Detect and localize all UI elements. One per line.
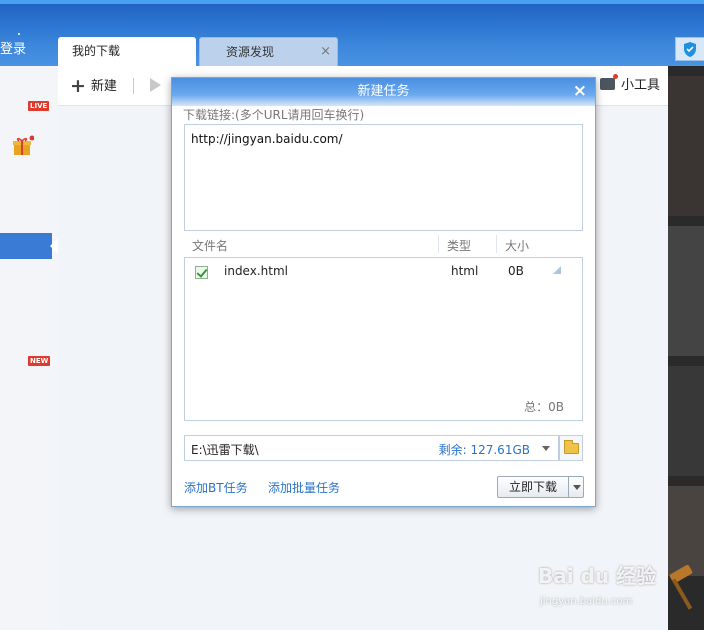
file-size: 0B [508,264,524,278]
sidebar-selected-item[interactable] [0,233,52,259]
tab-my-downloads-label: 我的下载 [72,44,121,58]
toolbox-icon [600,74,618,90]
live-badge: LIVE [28,101,50,111]
tools-button[interactable]: 小工具 [600,74,661,96]
column-divider [496,235,497,253]
chevron-down-icon[interactable] [542,446,550,451]
panel-thumbnail [668,76,704,216]
new-task-label: 新建 [90,79,117,94]
resize-grip-icon [553,266,561,274]
gift-icon[interactable] [12,135,35,155]
watermark-url: jingyan.baidu.com [540,596,633,607]
panel-thumbnail [668,226,704,356]
right-side-panel [668,66,704,630]
tab-close-icon[interactable]: × [320,38,331,66]
file-type: html [451,264,479,278]
download-now-button[interactable]: 立即下载 [497,476,569,498]
dialog-title: 新建任务 [172,78,595,106]
file-name: index.html [224,264,288,278]
save-path-value: E:\迅雷下载\ [191,443,259,457]
new-task-dialog: 新建任务 × 下载链接:(多个URL请用回车换行) http://jingyan… [171,77,596,507]
panel-thumbnail [668,366,704,476]
tab-resource-discovery-label: 资源发现 [226,45,275,59]
column-divider [438,235,439,253]
download-options-dropdown[interactable] [568,476,584,498]
toolbar-divider [133,78,134,94]
add-bt-task-link[interactable]: 添加BT任务 [184,479,248,496]
file-checkbox[interactable] [195,266,208,279]
url-field-label: 下载链接:(多个URL请用回车换行) [183,108,365,122]
header-dot [18,33,20,35]
new-task-button[interactable]: + 新建 [70,76,117,96]
add-batch-task-link[interactable]: 添加批量任务 [268,479,340,496]
column-header-type: 类型 [447,239,472,253]
tools-label: 小工具 [621,78,661,93]
file-list-header: 文件名 类型 大小 [184,235,583,255]
save-path-select[interactable]: E:\迅雷下载\ 剩余: 127.61GB [184,435,559,461]
new-badge: NEW [28,356,51,366]
tab-my-downloads[interactable]: 我的下载 [58,37,196,67]
browse-folder-button[interactable] [559,435,583,461]
tab-resource-discovery[interactable]: 资源发现 × [199,37,338,67]
url-textarea[interactable]: http://jingyan.baidu.com/ [184,124,583,231]
header-stripe [0,0,704,4]
free-space-label: 剩余: 127.61GB [438,443,530,457]
login-link[interactable]: 登录 [0,38,26,57]
shield-icon [684,42,696,57]
plus-icon: + [70,75,86,97]
baidu-jingyan-watermark: Bai du 经验 [538,564,657,588]
file-list: index.html html 0B 总：0B [184,257,583,421]
total-size-label: 总：0B [524,400,564,414]
browser-shield-button[interactable] [675,37,704,61]
start-play-icon[interactable] [150,78,161,92]
panel-thumbnail [668,486,704,576]
hammer-icon [668,564,696,615]
column-header-size: 大小 [505,239,530,253]
column-header-name: 文件名 [192,239,229,253]
dialog-close-icon[interactable]: × [573,80,587,102]
folder-icon [564,440,579,454]
